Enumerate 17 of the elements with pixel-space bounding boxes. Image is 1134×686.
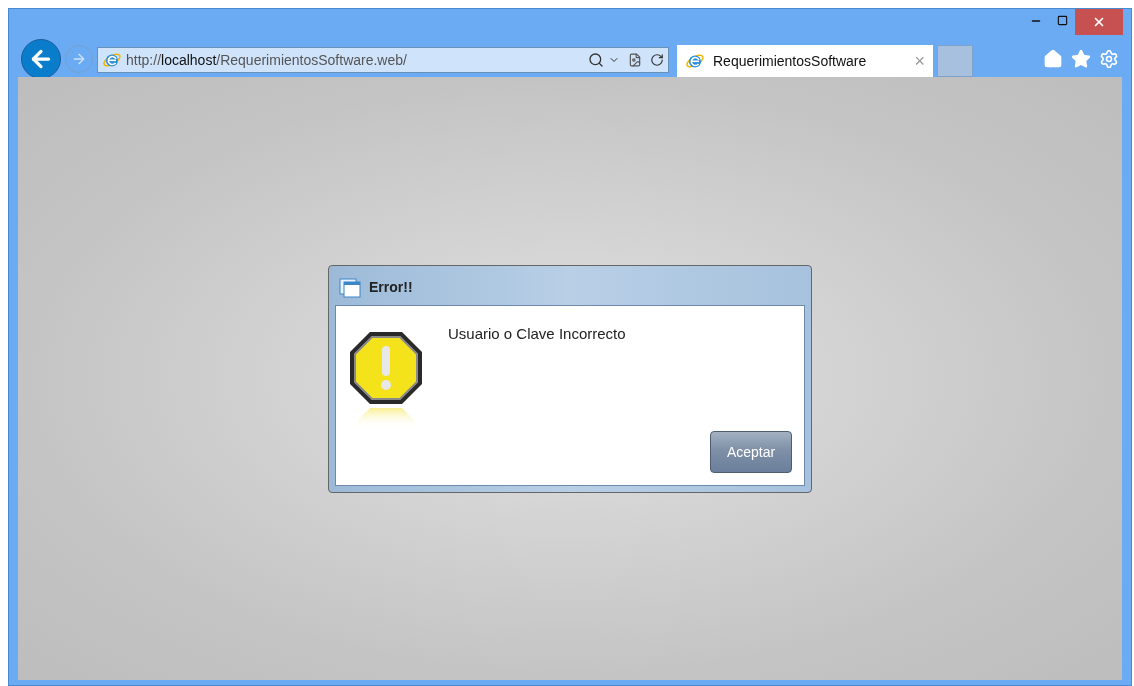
forward-arrow-icon bbox=[71, 51, 87, 67]
url-text: http://localhost/RequerimientosSoftware.web/ bbox=[126, 50, 407, 70]
refresh-icon[interactable] bbox=[650, 53, 664, 67]
close-icon bbox=[1092, 15, 1106, 29]
window-icon bbox=[339, 276, 361, 298]
search-icon[interactable] bbox=[588, 52, 604, 68]
new-tab-button[interactable] bbox=[937, 45, 973, 77]
error-message: Usuario o Clave Incorrecto bbox=[448, 324, 627, 344]
home-icon[interactable] bbox=[1043, 49, 1063, 69]
settings-icon[interactable] bbox=[1099, 49, 1119, 69]
dialog-title: Error!! bbox=[369, 277, 413, 297]
address-bar[interactable]: http://localhost/RequerimientosSoftware.web/ bbox=[97, 47, 669, 73]
back-button[interactable] bbox=[21, 39, 61, 79]
browser-tab[interactable]: RequerimientosSoftware × bbox=[677, 45, 933, 77]
compatibility-icon[interactable] bbox=[628, 53, 642, 67]
maximize-icon bbox=[1056, 14, 1068, 26]
star-icon[interactable] bbox=[1071, 49, 1091, 69]
